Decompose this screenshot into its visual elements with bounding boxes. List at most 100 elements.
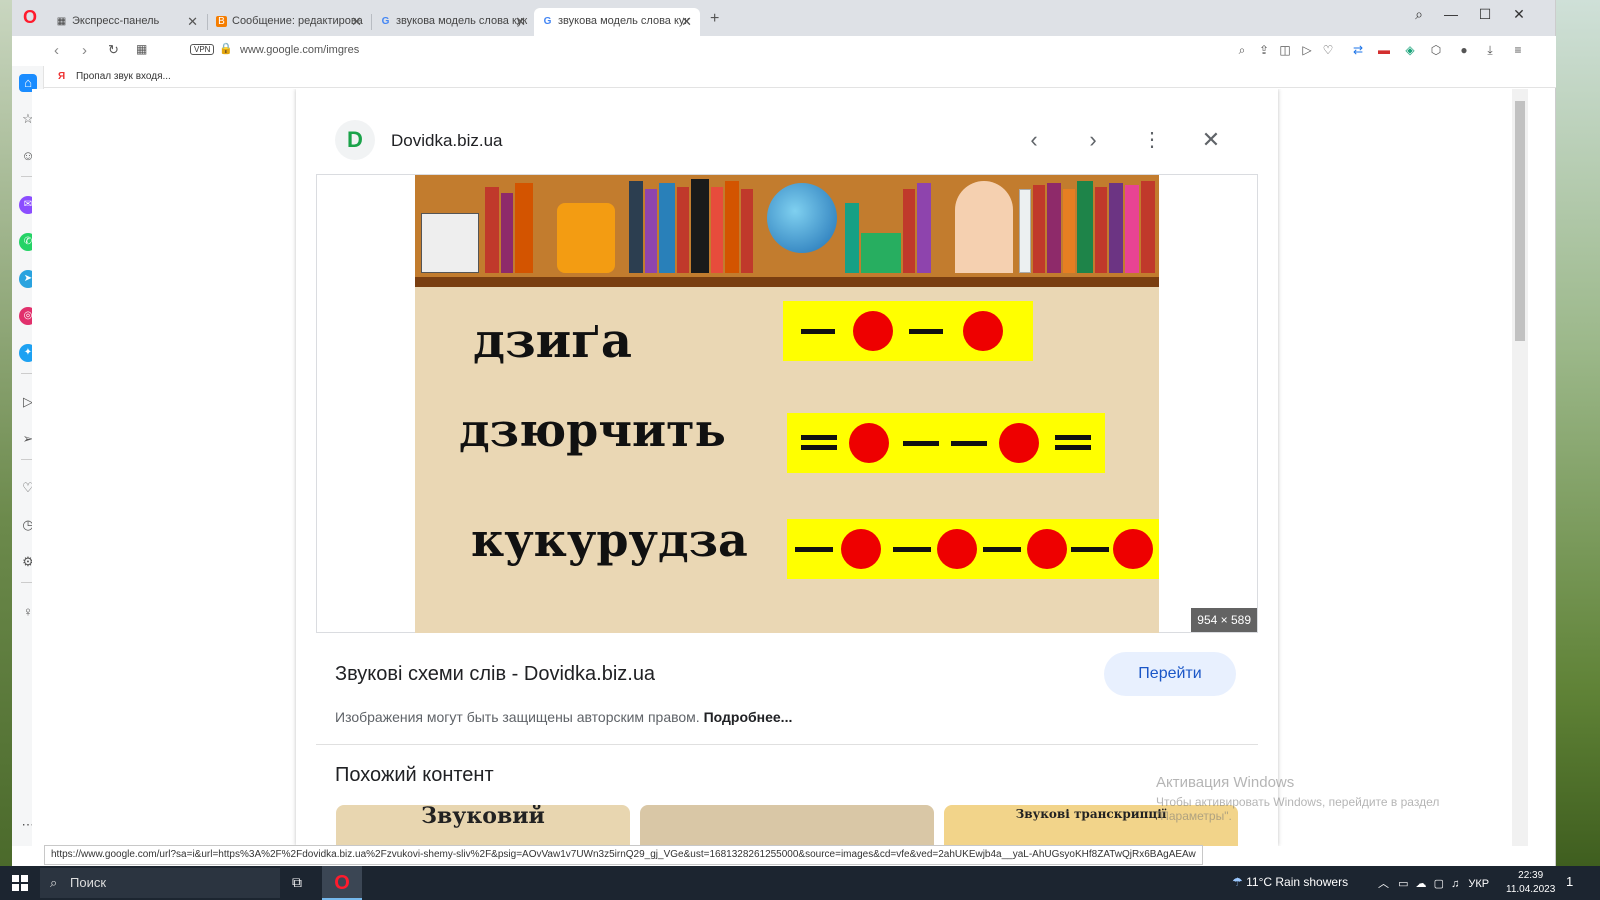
search-icon: ⌕ <box>50 875 58 890</box>
sound-scheme <box>787 413 1105 473</box>
bookmark-item[interactable]: Я Пропал звук входя... <box>58 71 171 82</box>
close-icon[interactable]: ✕ <box>681 14 692 30</box>
profile-icon[interactable]: ● <box>1456 43 1472 57</box>
book <box>677 187 689 273</box>
book <box>861 233 901 273</box>
preview-image[interactable]: дзиґа дзюрчить кукурудза <box>415 175 1159 633</box>
result-title[interactable]: Звукові схеми слів - Dovidka.biz.ua <box>335 663 655 686</box>
consonant-dash <box>909 329 943 334</box>
bag <box>557 203 615 273</box>
zoom-search-icon[interactable]: ⌕ <box>1234 43 1250 58</box>
consonant-double-dash <box>1055 435 1091 440</box>
consonant-double-dash <box>1055 445 1091 450</box>
book <box>711 187 723 273</box>
cloud-icon[interactable]: ☁ <box>1416 878 1427 890</box>
sound-scheme <box>783 301 1033 361</box>
language-indicator[interactable]: УКР <box>1468 878 1489 890</box>
goto-button[interactable]: Перейти <box>1104 652 1236 696</box>
send-page-icon[interactable]: ▷ <box>1299 43 1315 57</box>
vpn-badge[interactable]: VPN <box>190 44 215 55</box>
url-field[interactable]: www.google.com/imgres <box>240 44 359 56</box>
clock[interactable]: 22:39 11.04.2023 <box>1506 869 1555 897</box>
new-tab-plus-icon[interactable]: + <box>710 10 719 28</box>
chevron-up-icon[interactable]: ︿ <box>1378 878 1389 890</box>
close-icon[interactable]: ✕ <box>515 14 526 30</box>
book <box>741 189 753 273</box>
reload-icon[interactable]: ↻ <box>108 42 119 58</box>
forward-icon[interactable]: › <box>82 42 87 59</box>
source-logo[interactable]: D <box>335 120 375 160</box>
minimize-icon[interactable]: — <box>1436 6 1466 22</box>
translate-icon[interactable]: ⇄ <box>1350 43 1366 57</box>
volume-icon[interactable]: ♫ <box>1451 878 1459 890</box>
tabs-grid-icon[interactable]: ▦ <box>136 42 147 56</box>
back-icon[interactable]: ‹ <box>54 42 59 59</box>
more-options-icon[interactable]: ⋮ <box>1137 127 1167 152</box>
windows-start-icon[interactable] <box>12 875 28 891</box>
tab-search-icon[interactable]: ⌕ <box>1404 6 1434 23</box>
book <box>1033 185 1045 273</box>
thumbnail-label: Звуковий <box>421 805 545 829</box>
book <box>1063 189 1075 273</box>
close-icon[interactable]: ✕ <box>187 14 198 30</box>
yandex-icon: Я <box>58 71 66 82</box>
tab-blogger[interactable]: B Сообщение: редактирова ✕ <box>208 8 370 36</box>
weather-widget[interactable]: ☂ 11°C Rain showers <box>1232 875 1348 889</box>
scrollbar-thumb[interactable] <box>1515 101 1525 341</box>
window-close-icon[interactable]: ✕ <box>1504 6 1534 23</box>
system-tray: ︿ ▭ ☁ ▢ ♫ УКР <box>1378 875 1489 891</box>
consonant-dash <box>1071 547 1109 552</box>
image-preview-panel: D Dovidka.biz.ua ‹ › ⋮ ✕ дзиґа дзюрчить … <box>296 89 1278 846</box>
vowel-dot <box>999 423 1039 463</box>
book <box>691 179 709 273</box>
previous-image-icon[interactable]: ‹ <box>1019 127 1049 153</box>
book <box>1047 183 1061 273</box>
extension-red-icon[interactable]: ▬ <box>1376 43 1392 57</box>
vowel-dot <box>841 529 881 569</box>
book <box>1077 181 1093 273</box>
bookmarks-bar: Я Пропал звук входя... <box>44 66 1556 88</box>
network-icon[interactable]: ▭ <box>1398 878 1408 890</box>
tab-label: Экспресс-панель <box>72 15 160 27</box>
display-icon[interactable]: ▢ <box>1434 878 1444 890</box>
snapshot-icon[interactable]: ◫ <box>1277 43 1293 57</box>
download-icon[interactable]: ⤓ <box>1482 43 1498 58</box>
page-content: D Dovidka.biz.ua ‹ › ⋮ ✕ дзиґа дзюрчить … <box>32 89 1512 846</box>
task-view-icon[interactable]: ⧉ <box>292 874 302 891</box>
lock-icon[interactable]: 🔒 <box>219 42 233 55</box>
taskbar-search[interactable]: ⌕ Поиск <box>40 868 280 898</box>
bookmark-heart-icon[interactable]: ♡ <box>1320 43 1336 57</box>
opera-taskbar-icon[interactable]: O <box>322 866 362 900</box>
cloud-rain-icon: ☂ <box>1232 875 1243 889</box>
opera-menu-icon[interactable]: O <box>20 7 40 27</box>
similar-thumbnail[interactable] <box>640 805 934 846</box>
windows-taskbar: ⌕ Поиск ⧉ O ☂ 11°C Rain showers ︿ ▭ ☁ ▢ … <box>0 866 1600 900</box>
activation-watermark-title: Активация Windows <box>1156 774 1295 791</box>
book <box>645 189 657 273</box>
tab-google-search-active[interactable]: G звукова модель слова кук ✕ <box>534 8 700 36</box>
share-icon[interactable]: ⇪ <box>1256 43 1272 57</box>
tab-label: Сообщение: редактирова <box>232 15 363 27</box>
source-name[interactable]: Dovidka.biz.ua <box>391 131 503 151</box>
tab-google-search[interactable]: G звукова модель слова кук ✕ <box>372 8 534 36</box>
sound-scheme <box>787 519 1159 579</box>
extension-green-icon[interactable]: ◈ <box>1402 43 1418 57</box>
vowel-dot <box>1027 529 1067 569</box>
learn-more-link[interactable]: Подробнее... <box>704 709 793 725</box>
desktop-wallpaper-left <box>0 0 12 866</box>
easy-setup-icon[interactable]: ≡ <box>1510 43 1526 57</box>
bookmark-label: Пропал звук входя... <box>75 71 171 82</box>
similar-content-heading: Похожий контент <box>335 764 494 786</box>
similar-thumbnail[interactable]: Звуковий <box>336 805 630 846</box>
address-bar: ‹ › ↻ ▦ VPN 🔒 www.google.com/imgres ⌕ ⇪ … <box>44 36 1556 66</box>
notifications-icon[interactable]: 1 <box>1566 874 1573 889</box>
page-scrollbar[interactable] <box>1512 89 1528 846</box>
word-dzyga: дзиґа <box>473 313 632 369</box>
next-image-icon[interactable]: › <box>1078 127 1108 153</box>
cube-icon[interactable]: ⬡ <box>1428 43 1444 57</box>
maximize-icon[interactable]: ☐ <box>1470 6 1500 23</box>
tab-express-panel[interactable]: ▦ Экспресс-панель ✕ <box>48 8 206 36</box>
image-frame[interactable]: дзиґа дзюрчить кукурудза 954 × 589 <box>316 174 1258 633</box>
close-icon[interactable]: ✕ <box>351 14 362 30</box>
close-panel-icon[interactable]: ✕ <box>1196 127 1226 153</box>
